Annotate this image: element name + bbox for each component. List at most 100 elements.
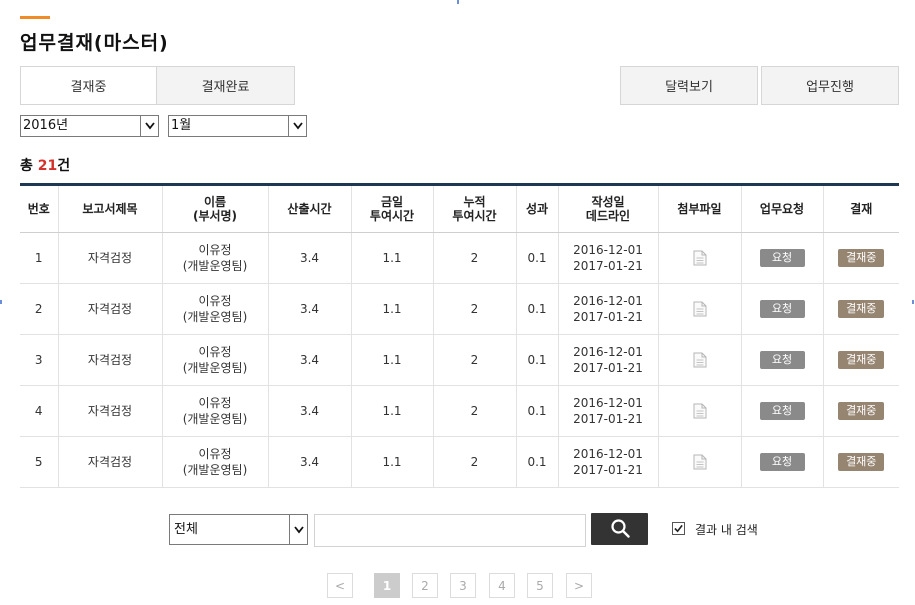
header-no: 번호 bbox=[20, 184, 59, 233]
chevron-down-icon[interactable] bbox=[288, 116, 306, 136]
header-approval: 결재 bbox=[823, 184, 899, 233]
prev-page-button[interactable]: < bbox=[327, 573, 353, 598]
header-today-time: 금일 투여시간 bbox=[351, 184, 434, 233]
header-attachment: 첨부파일 bbox=[658, 184, 742, 233]
page-5-button[interactable]: 5 bbox=[527, 573, 553, 598]
cell-dates: 2016-12-01 2017-01-21 bbox=[558, 334, 659, 386]
cell-approval: 결재중 bbox=[823, 436, 899, 488]
cell-dates: 2016-12-01 2017-01-21 bbox=[558, 436, 659, 488]
status-badge[interactable]: 결재중 bbox=[838, 453, 885, 471]
chevron-down-icon[interactable] bbox=[140, 116, 158, 136]
cell-name: 이유정 (개발운영팀) bbox=[162, 334, 269, 386]
cell-calc-time: 3.4 bbox=[268, 385, 352, 437]
page-1-button[interactable]: 1 bbox=[374, 573, 400, 598]
cell-attachment bbox=[658, 232, 742, 284]
page-title: 업무결재(마스터) bbox=[20, 32, 169, 54]
request-button[interactable]: 요청 bbox=[759, 351, 805, 369]
cell-request: 요청 bbox=[741, 232, 824, 284]
cell-dates: 2016-12-01 2017-01-21 bbox=[558, 385, 659, 437]
cell-approval: 결재중 bbox=[823, 334, 899, 386]
cell-no: 2 bbox=[20, 283, 59, 335]
header-calc-time: 산출시간 bbox=[268, 184, 352, 233]
page-3-button[interactable]: 3 bbox=[450, 573, 476, 598]
cell-total-time: 2 bbox=[433, 232, 517, 284]
cell-no: 3 bbox=[20, 334, 59, 386]
search-input[interactable] bbox=[314, 514, 586, 547]
total-suffix: 건 bbox=[57, 158, 71, 174]
header-dates: 작성일 데드라인 bbox=[558, 184, 659, 233]
cell-calc-time: 3.4 bbox=[268, 232, 352, 284]
header-title: 보고서제목 bbox=[58, 184, 163, 233]
total-prefix: 총 bbox=[20, 158, 38, 174]
chevron-down-icon[interactable] bbox=[289, 515, 307, 544]
cell-calc-time: 3.4 bbox=[268, 283, 352, 335]
year-select[interactable]: 2016년 bbox=[20, 115, 159, 137]
document-icon[interactable] bbox=[693, 454, 707, 470]
cell-request: 요청 bbox=[741, 283, 824, 335]
request-button[interactable]: 요청 bbox=[759, 402, 805, 420]
table-row[interactable]: 5 자격검정 이유정 (개발운영팀) 3.4 1.1 2 0.1 2016-12-… bbox=[20, 436, 899, 488]
cell-request: 요청 bbox=[741, 385, 824, 437]
check-icon bbox=[674, 522, 683, 536]
table-row[interactable]: 1 자격검정 이유정 (개발운영팀) 3.4 1.1 2 0.1 2016-12-… bbox=[20, 232, 899, 284]
status-badge[interactable]: 결재중 bbox=[838, 300, 885, 318]
cell-performance: 0.1 bbox=[516, 232, 559, 284]
page-2-button[interactable]: 2 bbox=[412, 573, 438, 598]
cell-dates: 2016-12-01 2017-01-21 bbox=[558, 232, 659, 284]
cell-performance: 0.1 bbox=[516, 385, 559, 437]
status-badge[interactable]: 결재중 bbox=[838, 402, 885, 420]
cell-approval: 결재중 bbox=[823, 283, 899, 335]
cell-name: 이유정 (개발운영팀) bbox=[162, 436, 269, 488]
cell-calc-time: 3.4 bbox=[268, 334, 352, 386]
cell-today-time: 1.1 bbox=[351, 385, 434, 437]
tab-approved[interactable]: 결재완료 bbox=[156, 66, 295, 105]
cell-attachment bbox=[658, 334, 742, 386]
table-row[interactable]: 4 자격검정 이유정 (개발운영팀) 3.4 1.1 2 0.1 2016-12-… bbox=[20, 385, 899, 437]
status-badge[interactable]: 결재중 bbox=[838, 249, 885, 267]
status-badge[interactable]: 결재중 bbox=[838, 351, 885, 369]
cell-today-time: 1.1 bbox=[351, 283, 434, 335]
document-icon[interactable] bbox=[693, 301, 707, 317]
cell-today-time: 1.1 bbox=[351, 334, 434, 386]
search-scope-select[interactable]: 전체 bbox=[169, 514, 308, 545]
cell-approval: 결재중 bbox=[823, 385, 899, 437]
cell-attachment bbox=[658, 283, 742, 335]
cell-dates: 2016-12-01 2017-01-21 bbox=[558, 283, 659, 335]
month-select-value: 1월 bbox=[171, 118, 192, 133]
table-row[interactable]: 2 자격검정 이유정 (개발운영팀) 3.4 1.1 2 0.1 2016-12-… bbox=[20, 283, 899, 335]
year-select-value: 2016년 bbox=[23, 118, 69, 133]
cell-approval: 결재중 bbox=[823, 232, 899, 284]
cell-total-time: 2 bbox=[433, 283, 517, 335]
header-performance: 성과 bbox=[516, 184, 559, 233]
page-4-button[interactable]: 4 bbox=[489, 573, 515, 598]
search-within-checkbox[interactable] bbox=[672, 522, 685, 535]
work-progress-button[interactable]: 업무진행 bbox=[761, 66, 899, 105]
month-select[interactable]: 1월 bbox=[168, 115, 307, 137]
title-accent-bar bbox=[20, 16, 50, 19]
cell-attachment bbox=[658, 436, 742, 488]
cell-title: 자격검정 bbox=[58, 385, 163, 437]
calendar-view-button[interactable]: 달력보기 bbox=[620, 66, 758, 105]
search-button[interactable] bbox=[591, 513, 648, 545]
approval-table: 번호 보고서제목 이름 (부서명) 산출시간 금일 투여시간 누적 투여시간 성과 작… bbox=[20, 183, 899, 488]
cell-name: 이유정 (개발운영팀) bbox=[162, 385, 269, 437]
tab-in-approval[interactable]: 결재중 bbox=[20, 66, 157, 105]
cell-today-time: 1.1 bbox=[351, 232, 434, 284]
search-scope-value: 전체 bbox=[174, 522, 198, 537]
table-row[interactable]: 3 자격검정 이유정 (개발운영팀) 3.4 1.1 2 0.1 2016-12-… bbox=[20, 334, 899, 386]
next-page-button[interactable]: > bbox=[566, 573, 592, 598]
cell-title: 자격검정 bbox=[58, 334, 163, 386]
search-within-label: 결과 내 검색 bbox=[695, 523, 758, 537]
request-button[interactable]: 요청 bbox=[759, 453, 805, 471]
cell-total-time: 2 bbox=[433, 385, 517, 437]
cell-title: 자격검정 bbox=[58, 436, 163, 488]
request-button[interactable]: 요청 bbox=[759, 249, 805, 267]
cell-title: 자격검정 bbox=[58, 232, 163, 284]
cell-no: 4 bbox=[20, 385, 59, 437]
document-icon[interactable] bbox=[693, 250, 707, 266]
cell-name: 이유정 (개발운영팀) bbox=[162, 283, 269, 335]
total-count: 총 21건 bbox=[20, 155, 70, 175]
document-icon[interactable] bbox=[693, 403, 707, 419]
document-icon[interactable] bbox=[693, 352, 707, 368]
request-button[interactable]: 요청 bbox=[759, 300, 805, 318]
